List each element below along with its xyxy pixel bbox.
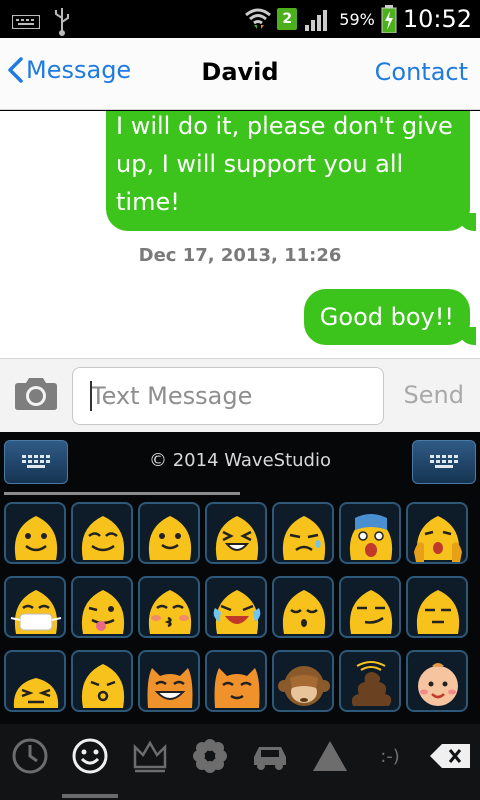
keyboard-icon: [12, 15, 40, 29]
compose-bar: Send: [0, 358, 480, 432]
smiley-icon: [72, 738, 108, 774]
emoji-calm[interactable]: [272, 576, 334, 638]
emoji-cry-laugh[interactable]: [205, 576, 267, 638]
status-left: [12, 8, 70, 36]
category-car[interactable]: [240, 726, 300, 786]
emoji-cat-grin[interactable]: [138, 650, 200, 712]
keyboard-switch-button[interactable]: [412, 440, 476, 484]
crown-icon: [133, 740, 167, 773]
emoji-see-no-evil-monkey[interactable]: [272, 650, 334, 712]
message-timestamp: Dec 17, 2013, 11:26: [138, 245, 342, 266]
category-flower[interactable]: [180, 726, 240, 786]
category-triangle[interactable]: [300, 726, 360, 786]
clock: 10:52: [402, 5, 472, 33]
back-button[interactable]: Message: [6, 56, 131, 84]
triangle-icon: [313, 741, 347, 771]
emoticon-text-label: :-): [380, 745, 400, 767]
category-emoticon[interactable]: :-): [360, 726, 420, 786]
notification-badge: 2: [277, 8, 298, 30]
wifi-icon: [245, 8, 272, 29]
keyboard-icon: [430, 455, 458, 468]
emoji-poop[interactable]: [339, 650, 401, 712]
message-input[interactable]: [72, 367, 384, 425]
keyboard-switch-button[interactable]: [4, 440, 68, 484]
message-bubble-sent: I will do it, please don't give up, I wi…: [106, 111, 476, 231]
status-bar: 2 59% 10:52: [0, 0, 480, 38]
battery-charging-icon: [381, 5, 397, 33]
usb-icon: [55, 8, 69, 36]
emoji-mask[interactable]: [4, 576, 66, 638]
emoji-kiss[interactable]: [138, 576, 200, 638]
emoji-laugh[interactable]: [205, 502, 267, 564]
emoji-whistle[interactable]: [71, 650, 133, 712]
emoji-tongue[interactable]: [71, 576, 133, 638]
emoji-keyboard: © 2014 WaveStudio:-): [0, 432, 480, 800]
camera-icon[interactable]: [14, 375, 58, 411]
category-recent[interactable]: [0, 726, 60, 786]
emoji-shocked[interactable]: [406, 502, 468, 564]
text-cursor: [90, 381, 92, 411]
clock-icon: [12, 738, 48, 774]
conversation-view[interactable]: I will do it, please don't give up, I wi…: [0, 111, 480, 358]
emoji-category-bar: :-): [0, 724, 480, 800]
chevron-left-icon: [8, 57, 23, 83]
status-right: 2 59% 10:52: [245, 4, 472, 34]
keyboard-credit: © 2014 WaveStudio: [149, 450, 331, 471]
message-bubble-sent: Good boy!!: [303, 289, 477, 345]
page-indicator: [4, 492, 240, 495]
emoji-scream[interactable]: [339, 502, 401, 564]
emoji-sad[interactable]: [272, 502, 334, 564]
keyboard-icon: [22, 455, 50, 468]
backspace-button[interactable]: [420, 726, 480, 786]
emoji-squint[interactable]: [4, 650, 66, 712]
emoji-smile[interactable]: [4, 502, 66, 564]
active-category-indicator: [62, 794, 118, 798]
backspace-icon: [430, 744, 470, 768]
keyboard-header: © 2014 WaveStudio: [0, 432, 480, 495]
contact-button[interactable]: Contact: [375, 58, 468, 86]
signal-icon: [305, 10, 328, 31]
emoji-smirk[interactable]: [339, 576, 401, 638]
nav-bar: Message David Contact: [0, 38, 480, 110]
send-button[interactable]: Send: [404, 381, 464, 409]
emoji-cat[interactable]: [205, 650, 267, 712]
emoji-baby[interactable]: [406, 650, 468, 712]
category-smiley[interactable]: [60, 726, 120, 786]
emoji-sleepy[interactable]: [406, 576, 468, 638]
car-icon: [254, 747, 286, 770]
emoji-happy[interactable]: [138, 502, 200, 564]
battery-percent: 59%: [339, 9, 375, 29]
emoji-grin[interactable]: [71, 502, 133, 564]
back-label: Message: [26, 56, 132, 84]
flower-icon: [193, 739, 227, 773]
category-crown[interactable]: [120, 726, 180, 786]
